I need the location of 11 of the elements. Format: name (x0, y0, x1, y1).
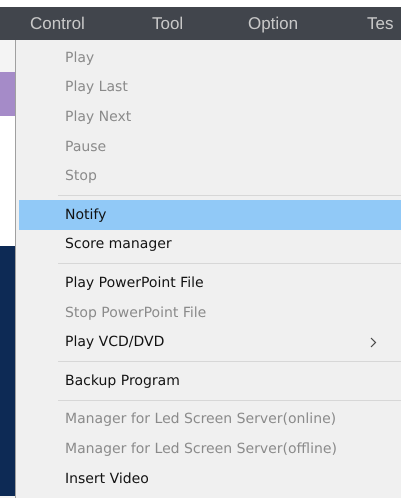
menu-item[interactable]: Backup Program (19, 366, 401, 396)
menu-item[interactable]: Score manager (19, 230, 401, 260)
menu-item[interactable]: Play VCD/DVD (19, 327, 401, 357)
menu-bar-item[interactable]: Control (30, 14, 152, 34)
chevron-right-icon (370, 336, 377, 348)
menu-bar-item[interactable]: Tool (152, 14, 248, 34)
menu-bar-item[interactable]: Tes (367, 14, 401, 34)
menu-item[interactable]: Play PowerPoint File (19, 268, 401, 298)
menu-item[interactable]: Insert Video (19, 464, 401, 494)
menu-item[interactable]: Notify (19, 200, 401, 230)
menu-bar-item[interactable]: Option (248, 14, 367, 34)
